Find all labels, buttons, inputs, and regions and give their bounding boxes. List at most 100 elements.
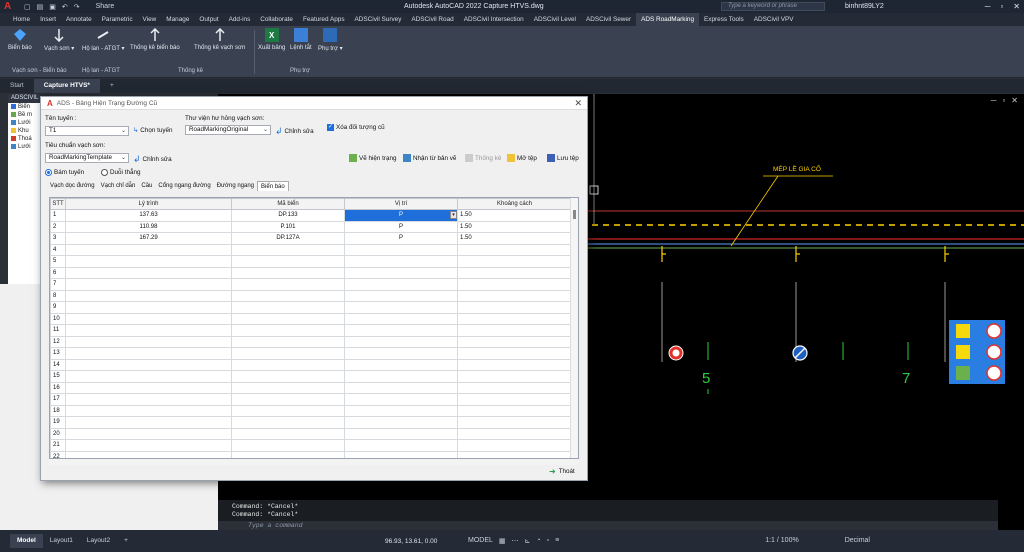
table-cell[interactable]: 15 <box>50 370 66 383</box>
table-row[interactable]: 2 110.98 P.101 P 1.50 <box>50 220 572 233</box>
table-cell[interactable]: 11 <box>50 324 66 337</box>
user-account[interactable]: binhnt89LY2 <box>845 3 884 10</box>
line-stats-button[interactable]: Thống kê vạch sơn <box>194 28 245 51</box>
table-cell[interactable]: DP.127A <box>231 232 345 245</box>
table-cell[interactable] <box>231 301 345 314</box>
table-cell[interactable]: P <box>344 232 458 245</box>
table-row[interactable]: 6 <box>50 266 572 279</box>
table-cell[interactable] <box>65 404 232 417</box>
table-cell[interactable] <box>65 393 232 406</box>
table-cell[interactable] <box>231 243 345 256</box>
dialog-tab[interactable]: Đường ngang <box>214 181 257 191</box>
table-cell[interactable]: 10 <box>50 312 66 325</box>
table-cell[interactable] <box>65 370 232 383</box>
table-row[interactable]: 8 <box>50 289 572 302</box>
table-cell[interactable] <box>344 278 458 291</box>
table-cell[interactable] <box>457 243 572 256</box>
grid-icon[interactable]: ▦ <box>499 537 506 545</box>
palette-item[interactable]: Bề m <box>8 111 40 119</box>
menu-tab[interactable]: Express Tools <box>699 13 749 26</box>
table-cell[interactable]: 8 <box>50 289 66 302</box>
table-row[interactable]: 18 <box>50 404 572 417</box>
table-cell[interactable]: DP.133 <box>231 209 345 222</box>
menu-tab[interactable]: Parametric <box>97 13 138 26</box>
menu-tab[interactable]: Output <box>194 13 223 26</box>
table-cell[interactable] <box>457 427 572 440</box>
table-cell[interactable] <box>344 370 458 383</box>
table-cell[interactable] <box>65 347 232 360</box>
column-header[interactable]: STT <box>50 198 66 210</box>
table-cell[interactable]: 9 <box>50 301 66 314</box>
menu-tab[interactable]: Manage <box>161 13 194 26</box>
model-space-toggle[interactable]: MODEL <box>468 537 493 545</box>
table-cell[interactable] <box>231 324 345 337</box>
dialog-close-icon[interactable]: ✕ <box>574 98 582 109</box>
table-cell[interactable] <box>231 427 345 440</box>
table-row[interactable]: 15 <box>50 370 572 383</box>
table-cell[interactable] <box>457 266 572 279</box>
table-cell[interactable] <box>344 416 458 429</box>
table-cell[interactable] <box>231 370 345 383</box>
close-icon[interactable]: ✕ <box>1013 2 1020 11</box>
table-cell[interactable] <box>231 450 345 458</box>
table-cell[interactable] <box>65 255 232 268</box>
scale-readout[interactable]: 1:1 / 100% <box>765 537 798 545</box>
choose-route-button[interactable]: ↳ Chọn tuyến <box>133 127 173 134</box>
table-cell[interactable] <box>231 347 345 360</box>
tab-capture-htvs[interactable]: Capture HTVS* <box>33 79 100 93</box>
table-cell[interactable] <box>457 393 572 406</box>
table-cell[interactable] <box>344 439 458 452</box>
table-cell[interactable] <box>231 312 345 325</box>
menu-tab[interactable]: ADSCivil Sewer <box>581 13 636 26</box>
menu-tab[interactable]: ADSCivil VPV <box>749 13 799 26</box>
table-cell[interactable]: 12 <box>50 335 66 348</box>
export-table-button[interactable]: X Xuất bảng <box>258 28 285 51</box>
helper-button[interactable]: Phụ trợ ▾ <box>318 28 343 52</box>
tab-start[interactable]: Start <box>0 79 34 93</box>
table-cell[interactable] <box>65 358 232 371</box>
table-row[interactable]: 22 <box>50 450 572 458</box>
table-cell[interactable] <box>344 243 458 256</box>
table-row[interactable]: 19 <box>50 416 572 429</box>
table-cell[interactable]: 167.29 <box>65 232 232 245</box>
palette-item[interactable]: Lưới <box>8 119 40 127</box>
table-cell[interactable]: 14 <box>50 358 66 371</box>
table-row[interactable]: 11 <box>50 324 572 337</box>
standard-select[interactable]: RoadMarkingTemplate ⌄ <box>45 153 129 163</box>
table-cell[interactable] <box>457 416 572 429</box>
delete-old-checkbox[interactable]: ✓ Xóa đối tượng cũ <box>327 124 385 131</box>
table-row[interactable]: 9 <box>50 301 572 314</box>
table-cell[interactable]: P <box>344 220 458 233</box>
share-button[interactable]: Share <box>96 3 115 11</box>
add-layout-button[interactable]: + <box>117 534 135 548</box>
table-cell[interactable]: 16 <box>50 381 66 394</box>
table-cell[interactable] <box>344 289 458 302</box>
table-row[interactable]: 10 <box>50 312 572 325</box>
column-header[interactable]: Vị trí <box>344 198 458 210</box>
table-cell[interactable] <box>231 416 345 429</box>
table-cell[interactable] <box>231 404 345 417</box>
viewport-close-icon[interactable]: ✕ <box>1011 96 1018 105</box>
menu-tab[interactable]: ADS RoadMarking <box>636 13 700 26</box>
menu-tab[interactable]: Annotate <box>61 13 97 26</box>
table-cell[interactable] <box>344 324 458 337</box>
table-cell[interactable] <box>65 381 232 394</box>
table-cell[interactable]: 6 <box>50 266 66 279</box>
table-cell[interactable] <box>344 266 458 279</box>
chevron-down-icon[interactable]: ▾ <box>450 211 457 219</box>
menu-tab[interactable]: Insert <box>35 13 61 26</box>
table-cell[interactable] <box>457 381 572 394</box>
open-icon[interactable]: ▤ <box>37 3 44 11</box>
table-cell[interactable]: 1.50 <box>457 232 572 245</box>
draw-status-button[interactable]: Vẽ hiện trạng <box>349 154 396 162</box>
table-cell[interactable]: P ▾ <box>344 209 458 222</box>
table-cell[interactable] <box>231 335 345 348</box>
table-row[interactable]: 7 <box>50 278 572 291</box>
table-cell[interactable] <box>457 335 572 348</box>
table-cell[interactable] <box>65 278 232 291</box>
table-cell[interactable] <box>457 370 572 383</box>
dialog-tab[interactable]: Cổng ngang đường <box>155 181 213 191</box>
redo-icon[interactable]: ↷ <box>74 3 80 11</box>
command-input[interactable]: Type a command <box>218 521 998 530</box>
column-header[interactable]: Khoảng cách <box>457 198 572 210</box>
